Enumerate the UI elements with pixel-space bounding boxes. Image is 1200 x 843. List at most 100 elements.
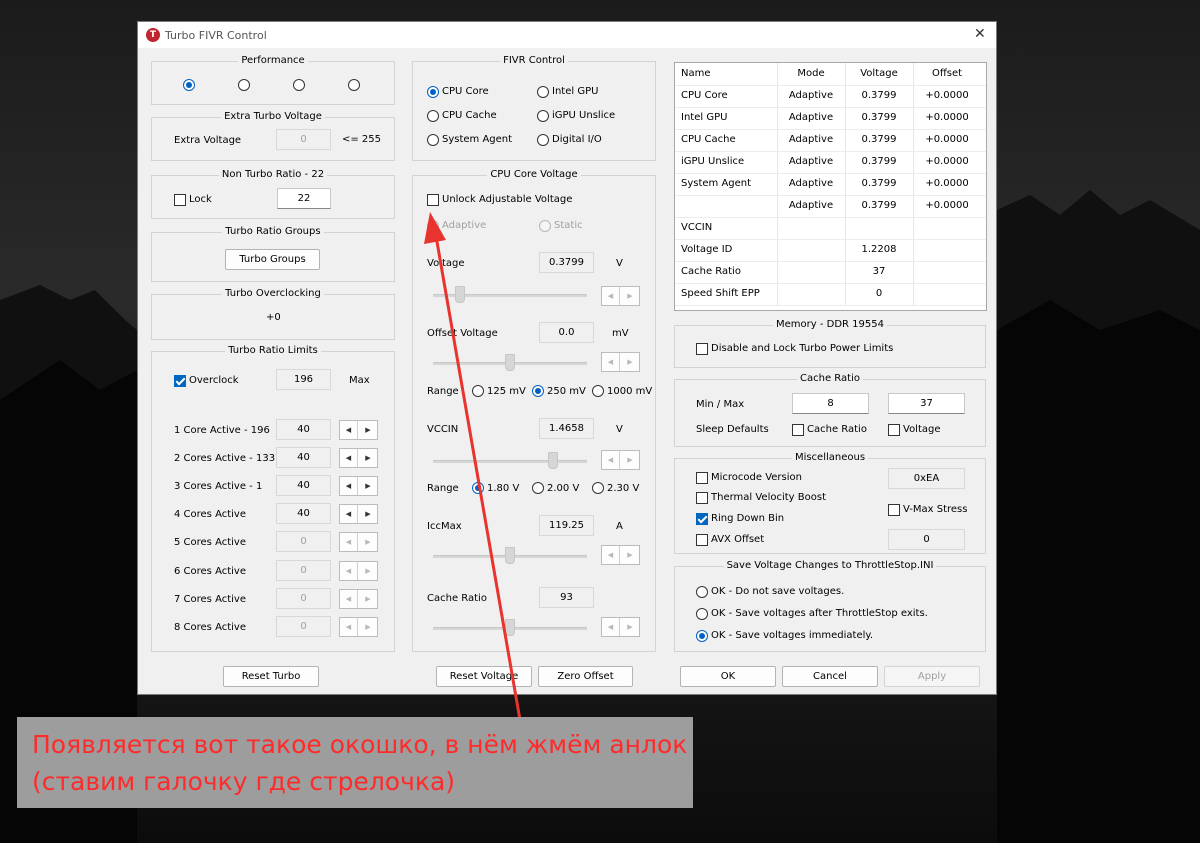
spin-right-icon[interactable]: ▶ [621,287,639,305]
ring-down-bin-checkbox[interactable] [696,513,708,525]
range-radio-250mv[interactable] [532,385,544,397]
spin-right-icon[interactable]: ▶ [359,533,377,551]
disable-lock-power-limits-checkbox[interactable] [696,343,708,355]
thermal-velocity-boost-checkbox[interactable] [696,492,708,504]
core-row-spinner[interactable]: ◀ ▶ [339,476,378,496]
fivr-radio-cpu-cache[interactable] [427,110,439,122]
avx-offset-checkbox[interactable] [696,534,708,546]
spin-left-icon[interactable]: ◀ [340,533,358,551]
spin-left-icon[interactable]: ◀ [602,546,620,564]
fivr-radio-system-agent[interactable] [427,134,439,146]
adaptive-radio[interactable] [427,220,439,232]
voltage-slider-thumb[interactable] [454,286,465,303]
cache-spinner[interactable]: ◀ ▶ [601,617,640,637]
spin-left-icon[interactable]: ◀ [602,451,620,469]
vccin-value[interactable]: 1.4658 [539,418,594,439]
spin-right-icon[interactable]: ▶ [621,546,639,564]
overclock-max-value[interactable]: 196 [276,369,331,390]
core-row-value[interactable]: 0 [276,531,331,552]
spin-right-icon[interactable]: ▶ [359,449,377,467]
core-row-value[interactable]: 0 [276,616,331,637]
core-row-value[interactable]: 40 [276,447,331,468]
fivr-radio-digital-io[interactable] [537,134,549,146]
fivr-radio-intel-gpu[interactable] [537,86,549,98]
overclock-checkbox[interactable] [174,375,186,387]
spin-left-icon[interactable]: ◀ [340,505,358,523]
unlock-adjustable-voltage-checkbox[interactable] [427,194,439,206]
save-radio-immediately[interactable] [696,630,708,642]
voltage-spinner[interactable]: ◀ ▶ [601,286,640,306]
cache-slider-thumb[interactable] [505,619,515,636]
spin-left-icon[interactable]: ◀ [602,353,620,371]
microcode-version-checkbox[interactable] [696,472,708,484]
cache-ratio-min-input[interactable]: 8 [792,393,869,414]
performance-radio-4[interactable] [348,79,360,91]
non-turbo-ratio-input[interactable]: 22 [277,188,331,209]
spin-right-icon[interactable]: ▶ [621,353,639,371]
save-radio-do-not-save[interactable] [696,586,708,598]
spin-left-icon[interactable]: ◀ [602,618,620,636]
avx-offset-value[interactable]: 0 [888,529,965,550]
extra-voltage-input[interactable]: 0 [276,129,331,150]
sleep-voltage-checkbox[interactable] [888,424,900,436]
spin-right-icon[interactable]: ▶ [621,451,639,469]
vccin-slider-track[interactable] [433,460,587,463]
vccin-range-radio-2-30v[interactable] [592,482,604,494]
apply-button[interactable]: Apply [884,666,980,687]
spin-right-icon[interactable]: ▶ [359,477,377,495]
ok-button[interactable]: OK [680,666,776,687]
core-row-value[interactable]: 40 [276,503,331,524]
cache-ratio-max-input[interactable]: 37 [888,393,965,414]
vccin-slider-thumb[interactable] [548,452,559,469]
static-radio[interactable] [539,220,551,232]
performance-radio-3[interactable] [293,79,305,91]
core-row-value[interactable]: 0 [276,560,331,581]
spin-left-icon[interactable]: ◀ [340,618,358,636]
offset-spinner[interactable]: ◀ ▶ [601,352,640,372]
spin-right-icon[interactable]: ▶ [621,618,639,636]
spin-left-icon[interactable]: ◀ [340,477,358,495]
spin-right-icon[interactable]: ▶ [359,562,377,580]
reset-turbo-button[interactable]: Reset Turbo [223,666,319,687]
turbo-groups-button[interactable]: Turbo Groups [225,249,320,270]
core-row-value[interactable]: 0 [276,588,331,609]
iccmax-value[interactable]: 119.25 [539,515,594,536]
core-row-value[interactable]: 40 [276,419,331,440]
save-radio-after-exit[interactable] [696,608,708,620]
reset-voltage-button[interactable]: Reset Voltage [436,666,532,687]
v-max-stress-checkbox[interactable] [888,504,900,516]
lock-checkbox[interactable] [174,194,186,206]
core-row-value[interactable]: 40 [276,475,331,496]
performance-radio-2[interactable] [238,79,250,91]
zero-offset-button[interactable]: Zero Offset [538,666,633,687]
spin-right-icon[interactable]: ▶ [359,505,377,523]
close-icon[interactable]: ✕ [974,26,986,42]
offset-slider-thumb[interactable] [505,354,515,371]
core-row-spinner[interactable]: ◀ ▶ [339,617,378,637]
spin-left-icon[interactable]: ◀ [340,449,358,467]
spin-right-icon[interactable]: ▶ [359,618,377,636]
spin-left-icon[interactable]: ◀ [602,287,620,305]
spin-right-icon[interactable]: ▶ [359,421,377,439]
vccin-spinner[interactable]: ◀ ▶ [601,450,640,470]
sleep-cache-ratio-checkbox[interactable] [792,424,804,436]
iccmax-slider-thumb[interactable] [505,547,515,564]
range-radio-1000mv[interactable] [592,385,604,397]
core-row-spinner[interactable]: ◀ ▶ [339,589,378,609]
core-row-spinner[interactable]: ◀ ▶ [339,448,378,468]
performance-radio-1[interactable] [183,79,195,91]
iccmax-spinner[interactable]: ◀ ▶ [601,545,640,565]
voltage-value[interactable]: 0.3799 [539,252,594,273]
core-row-spinner[interactable]: ◀ ▶ [339,504,378,524]
spin-right-icon[interactable]: ▶ [359,590,377,608]
spin-left-icon[interactable]: ◀ [340,421,358,439]
core-row-spinner[interactable]: ◀ ▶ [339,532,378,552]
fivr-radio-igpu-unslice[interactable] [537,110,549,122]
spin-left-icon[interactable]: ◀ [340,562,358,580]
range-radio-125mv[interactable] [472,385,484,397]
offset-voltage-value[interactable]: 0.0 [539,322,594,343]
spin-left-icon[interactable]: ◀ [340,590,358,608]
vccin-range-radio-2-00v[interactable] [532,482,544,494]
core-row-spinner[interactable]: ◀ ▶ [339,561,378,581]
cancel-button[interactable]: Cancel [782,666,878,687]
